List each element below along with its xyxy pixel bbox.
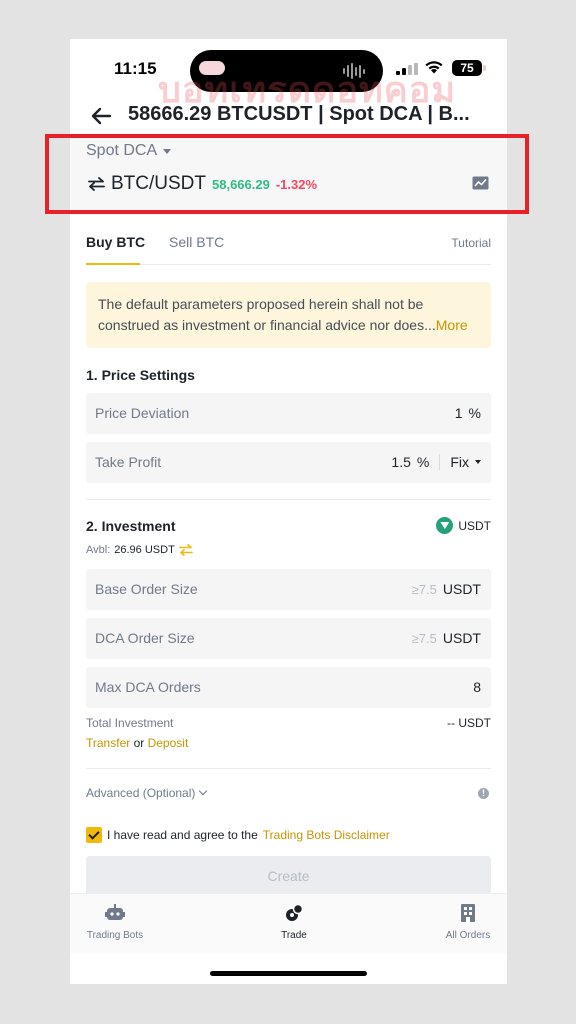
- pair-name: BTC/USDT: [111, 173, 206, 194]
- app-header: 58666.29 BTCUSDT | Spot DCA | B...: [70, 99, 507, 133]
- bottom-navigation: Trading Bots Trade All Orders: [70, 893, 507, 953]
- section-divider: [86, 768, 491, 769]
- field-divider: [439, 454, 441, 470]
- take-profit-label: Take Profit: [95, 454, 162, 470]
- nav-trading-bots[interactable]: Trading Bots: [85, 904, 145, 941]
- pair-change: -1.32%: [275, 177, 318, 192]
- dca-order-size-field[interactable]: DCA Order Size ≥7.5 USDT: [86, 618, 491, 659]
- trade-icon: [286, 904, 304, 921]
- max-dca-orders-field[interactable]: Max DCA Orders 8: [86, 667, 491, 708]
- strategy-dropdown[interactable]: Spot DCA: [86, 142, 172, 160]
- advanced-label: Advanced (Optional): [86, 786, 196, 800]
- base-order-size-hint: ≥7.5: [411, 581, 437, 597]
- orders-icon: [461, 904, 475, 922]
- home-indicator[interactable]: [210, 971, 367, 976]
- tab-buy-btc[interactable]: Buy BTC: [86, 234, 145, 250]
- price-deviation-field[interactable]: Price Deviation 1 %: [86, 393, 491, 434]
- funding-links: Transfer or Deposit: [86, 736, 188, 750]
- total-investment-label: Total Investment: [86, 716, 174, 730]
- or-text: or: [133, 736, 145, 750]
- base-order-size-field[interactable]: Base Order Size ≥7.5 USDT: [86, 569, 491, 610]
- take-profit-mode[interactable]: Fix: [450, 454, 469, 470]
- notice-line-2: construed as investment or financial adv…: [98, 317, 436, 333]
- take-profit-value[interactable]: 1.5: [391, 454, 410, 470]
- transfer-link[interactable]: Transfer: [86, 736, 130, 750]
- base-order-size-unit: USDT: [442, 581, 481, 597]
- wifi-icon: [425, 61, 443, 74]
- nav-trade[interactable]: Trade: [264, 904, 324, 941]
- price-deviation-unit: %: [468, 405, 481, 421]
- caret-down-icon: [163, 148, 172, 154]
- take-profit-unit: %: [416, 454, 430, 470]
- trade-side-tabs: Buy BTC Sell BTC Tutorial: [86, 232, 491, 265]
- pair-selector[interactable]: BTC/USDT 58,666.29 -1.32%: [88, 173, 317, 195]
- chart-icon[interactable]: [472, 176, 489, 190]
- strategy-label: Spot DCA: [86, 142, 158, 159]
- avbl-value: 26.96 USDT: [114, 544, 175, 556]
- avbl-label: Avbl:: [86, 544, 111, 556]
- chevron-down-icon: [199, 786, 208, 796]
- max-dca-orders-label: Max DCA Orders: [95, 679, 201, 695]
- price-deviation-label: Price Deviation: [95, 405, 190, 421]
- tutorial-link[interactable]: Tutorial: [451, 236, 491, 250]
- info-icon[interactable]: !: [478, 788, 489, 799]
- agreement-checkbox[interactable]: [86, 827, 102, 843]
- nav-all-orders[interactable]: All Orders: [438, 904, 498, 941]
- cellular-signal-icon: [396, 63, 418, 75]
- mode-caret-icon: [475, 460, 481, 464]
- deposit-link[interactable]: Deposit: [148, 736, 189, 750]
- investment-title: 2. Investment: [86, 518, 176, 534]
- dca-order-size-hint: ≥7.5: [411, 630, 437, 646]
- disclaimer-link[interactable]: Trading Bots Disclaimer: [263, 828, 390, 842]
- usdt-icon: [436, 517, 454, 534]
- tab-sell-btc[interactable]: Sell BTC: [169, 234, 224, 250]
- active-tab-indicator: [86, 263, 140, 265]
- advanced-toggle[interactable]: Advanced (Optional): [86, 786, 208, 800]
- transfer-icon[interactable]: [178, 544, 193, 556]
- status-bar: 11:15 บอทเทรดดอทคอม 75: [70, 39, 507, 110]
- take-profit-field[interactable]: Take Profit 1.5 % Fix: [86, 442, 491, 483]
- battery-indicator: 75: [452, 60, 482, 76]
- dca-order-size-label: DCA Order Size: [95, 630, 195, 646]
- robot-icon: [105, 904, 125, 920]
- section-divider: [86, 499, 491, 500]
- currency-label: USDT: [458, 518, 491, 533]
- available-balance: Avbl: 26.96 USDT: [86, 544, 193, 556]
- nav-trading-bots-label: Trading Bots: [86, 930, 144, 941]
- price-deviation-value[interactable]: 1: [455, 405, 463, 421]
- back-arrow-icon[interactable]: [90, 106, 112, 126]
- more-link[interactable]: More: [436, 317, 468, 333]
- create-button[interactable]: Create: [86, 856, 491, 896]
- agreement-text: I have read and agree to the: [107, 828, 258, 842]
- disclaimer-notice: The default parameters proposed herein s…: [86, 282, 491, 348]
- phone-screen: 11:15 บอทเทรดดอทคอม 75 58666.29 BTCUSDT …: [70, 39, 507, 984]
- swap-icon: [88, 177, 105, 191]
- nav-trade-label: Trade: [281, 930, 307, 941]
- nav-all-orders-label: All Orders: [445, 930, 491, 941]
- page-title: 58666.29 BTCUSDT | Spot DCA | B...: [128, 103, 470, 125]
- notice-line-1: The default parameters proposed herein s…: [98, 296, 424, 312]
- max-dca-orders-value[interactable]: 8: [473, 679, 481, 695]
- total-investment-value: -- USDT: [447, 716, 491, 730]
- pair-price: 58,666.29: [212, 177, 270, 192]
- agreement-row: I have read and agree to the Trading Bot…: [86, 827, 390, 843]
- base-order-size-label: Base Order Size: [95, 581, 198, 597]
- strategy-panel: Spot DCA BTC/USDT 58,666.29 -1.32%: [70, 135, 507, 215]
- status-time: 11:15: [114, 59, 157, 78]
- battery-tip: [483, 65, 486, 71]
- dca-order-size-unit: USDT: [442, 630, 481, 646]
- price-settings-title: 1. Price Settings: [86, 367, 195, 383]
- investment-currency[interactable]: USDT: [436, 517, 491, 534]
